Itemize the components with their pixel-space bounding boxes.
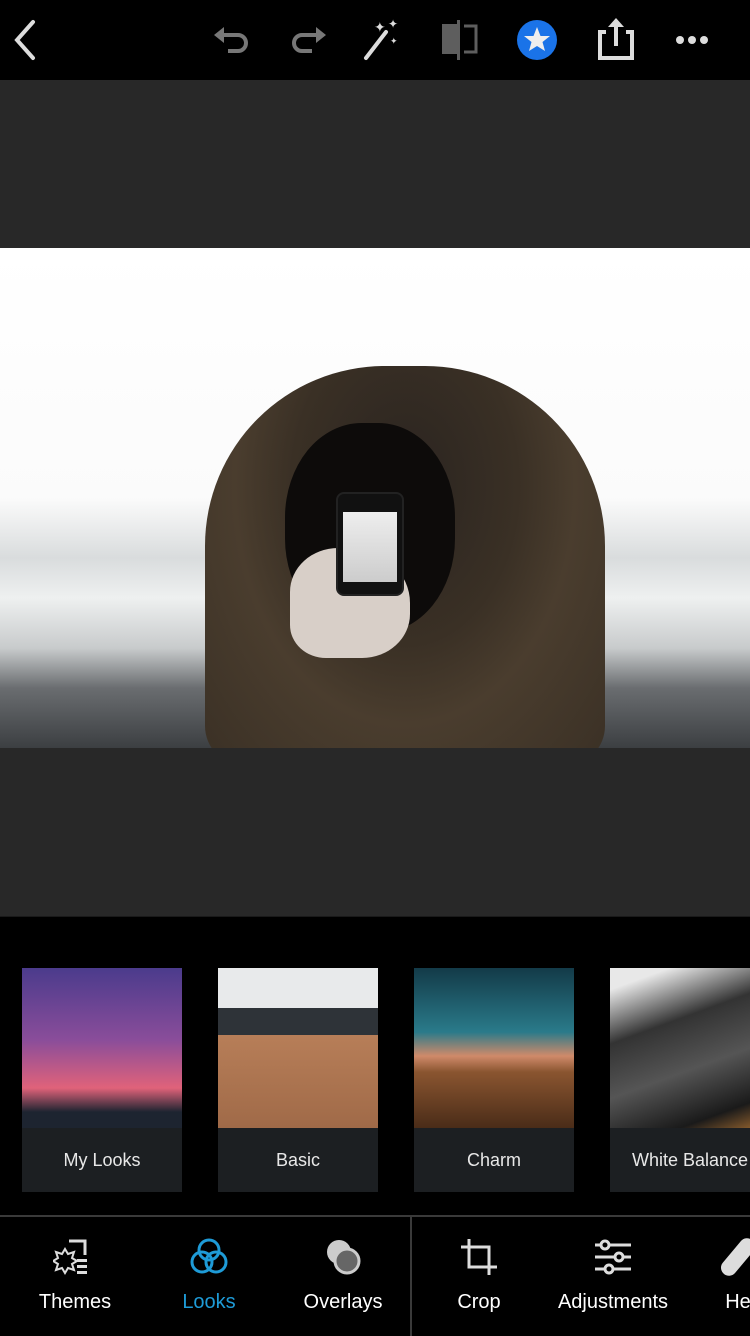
look-label: White Balance	[631, 1149, 749, 1170]
look-card-charm[interactable]: Charm	[414, 968, 574, 1192]
nav-healing[interactable]: He	[668, 1237, 750, 1314]
redo-button[interactable]	[286, 18, 330, 62]
auto-enhance-button[interactable]: ✦ ✦ ✦	[360, 18, 404, 62]
themes-icon	[53, 1239, 87, 1275]
nav-crop[interactable]: Crop	[409, 1237, 549, 1314]
svg-text:✦: ✦	[388, 18, 398, 31]
nav-overlays[interactable]: Overlays	[273, 1237, 413, 1314]
share-button[interactable]	[594, 18, 638, 62]
nav-label: Crop	[457, 1291, 501, 1313]
nav-label: Adjustments	[557, 1291, 669, 1313]
adjustments-icon	[595, 1239, 631, 1275]
nav-label: He	[725, 1291, 750, 1313]
share-icon	[598, 18, 634, 60]
star-icon	[517, 20, 557, 60]
bandage-icon	[721, 1238, 750, 1276]
look-thumbnail	[414, 968, 574, 1128]
compare-button[interactable]	[438, 18, 482, 62]
more-icon	[676, 36, 708, 44]
crop-icon	[461, 1239, 497, 1275]
look-thumbnail	[22, 968, 182, 1128]
premium-button[interactable]	[515, 18, 559, 62]
look-card-white-balance[interactable]: White Balance	[610, 968, 750, 1192]
svg-text:✦: ✦	[374, 19, 386, 35]
top-toolbar: ✦ ✦ ✦	[0, 0, 750, 80]
nav-themes[interactable]: Themes	[5, 1237, 145, 1314]
compare-icon	[442, 20, 478, 60]
overlays-icon	[327, 1240, 361, 1275]
undo-icon	[214, 27, 248, 53]
nav-label: Looks	[182, 1291, 236, 1313]
svg-text:✦: ✦	[390, 36, 398, 46]
undo-button[interactable]	[210, 18, 254, 62]
look-label: Charm	[466, 1149, 521, 1170]
look-card-basic[interactable]: Basic	[218, 968, 378, 1192]
back-button[interactable]	[4, 18, 48, 62]
photo-preview[interactable]	[0, 248, 750, 748]
look-card-my-looks[interactable]: My Looks	[22, 968, 182, 1192]
back-icon	[14, 20, 35, 60]
look-thumbnail	[610, 968, 750, 1128]
bottom-nav: Themes Looks Overlays Crop Adjustments H…	[0, 1215, 750, 1336]
redo-icon	[292, 27, 326, 53]
nav-label: Themes	[38, 1291, 112, 1313]
nav-label: Overlays	[303, 1291, 383, 1313]
look-thumbnail	[218, 968, 378, 1128]
magic-wand-icon: ✦ ✦✦	[364, 18, 398, 60]
nav-looks[interactable]: Looks	[139, 1237, 279, 1314]
look-label: Basic	[275, 1149, 320, 1170]
more-button[interactable]	[670, 18, 714, 62]
photo-phone	[336, 492, 404, 596]
looks-icon	[190, 1238, 228, 1274]
look-label: My Looks	[63, 1149, 141, 1170]
nav-adjustments[interactable]: Adjustments	[543, 1237, 683, 1314]
